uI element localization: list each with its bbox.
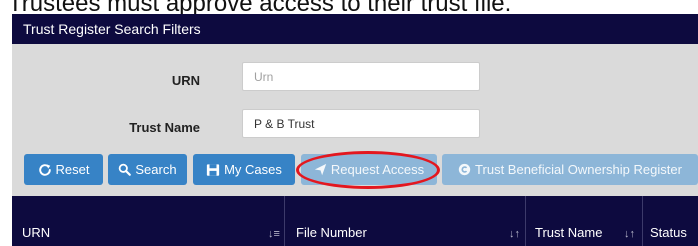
reset-button[interactable]: Reset [24, 154, 103, 185]
column-label-trust-name: Trust Name [535, 225, 603, 240]
column-header-status[interactable]: Status [650, 196, 698, 246]
column-divider [642, 196, 643, 246]
panel-header: Trust Register Search Filters [12, 14, 698, 44]
column-header-trust-name[interactable]: Trust Name [535, 196, 625, 246]
sort-icon[interactable]: ↓↑ [509, 228, 520, 240]
urn-input[interactable] [242, 62, 480, 91]
urn-label: URN [171, 73, 200, 88]
column-header-urn[interactable]: URN [22, 196, 262, 246]
my-cases-button[interactable]: My Cases [193, 154, 295, 185]
results-table-header: URN ↓≡ File Number ↓↑ Trust Name ↓↑ Stat… [12, 196, 698, 246]
column-label-urn: URN [22, 225, 51, 240]
search-label: Search [135, 162, 177, 177]
tbor-button[interactable]: Trust Beneficial Ownership Register [442, 154, 698, 185]
my-cases-label: My Cases [224, 162, 282, 177]
column-divider [525, 196, 526, 246]
briefcase-icon [206, 163, 220, 177]
column-label-file-number: File Number [296, 225, 367, 240]
search-button[interactable]: Search [108, 154, 187, 185]
refresh-icon [38, 163, 52, 177]
circle-copyright-icon [458, 163, 471, 176]
column-header-file-number[interactable]: File Number [296, 196, 496, 246]
column-label-status: Status [650, 225, 687, 240]
reset-label: Reset [55, 162, 90, 177]
sort-alpha-icon[interactable]: ↓≡ [268, 228, 280, 240]
request-access-button[interactable]: Request Access [301, 154, 437, 185]
column-divider [284, 196, 285, 246]
request-access-label: Request Access [330, 162, 425, 177]
trust-name-input[interactable] [242, 109, 480, 138]
send-icon [314, 163, 327, 176]
tbor-label: Trust Beneficial Ownership Register [475, 162, 682, 177]
panel-title: Trust Register Search Filters [23, 21, 201, 37]
sort-icon[interactable]: ↓↑ [624, 228, 635, 240]
search-icon [118, 163, 132, 176]
trust-name-label: Trust Name [129, 120, 200, 135]
